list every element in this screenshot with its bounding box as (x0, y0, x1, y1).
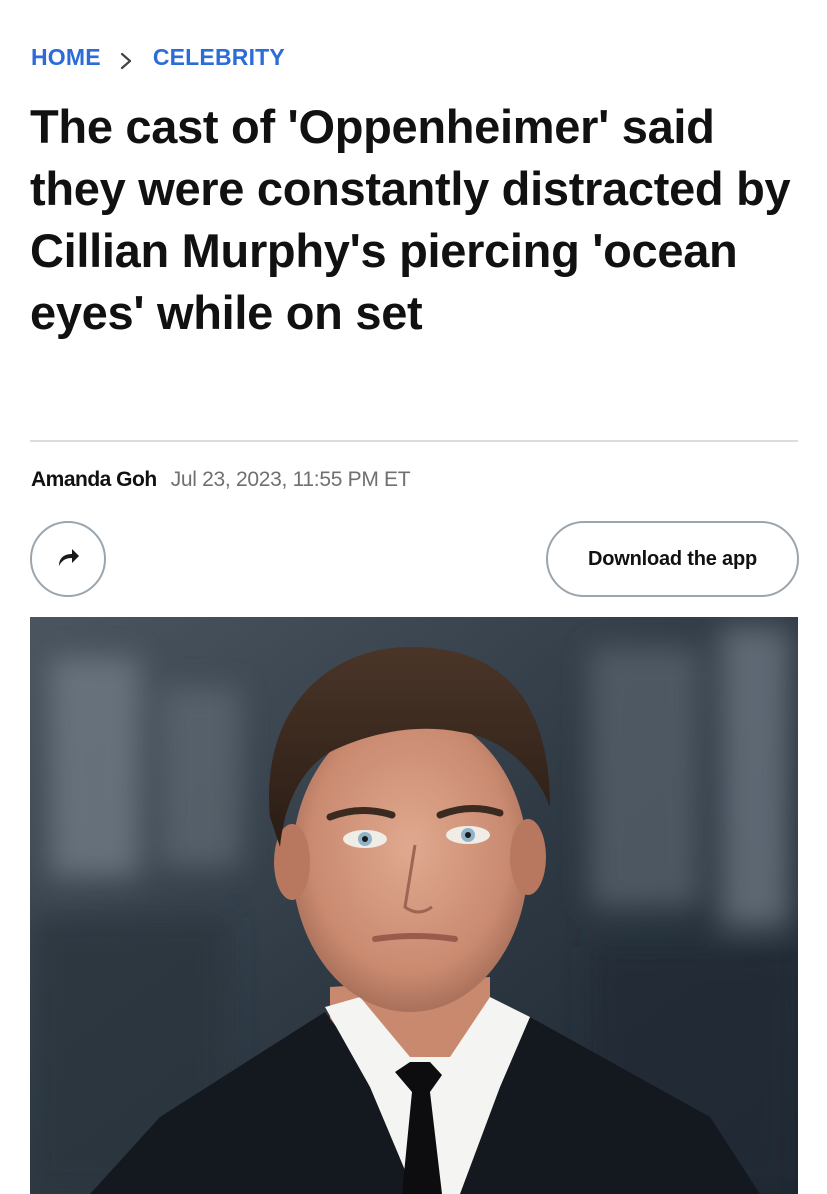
chevron-right-icon (119, 49, 133, 69)
hero-photo (30, 617, 798, 1194)
title-divider (30, 440, 798, 442)
article-title: The cast of 'Oppenheimer' said they were… (30, 100, 791, 339)
share-arrow-icon (55, 546, 81, 573)
author-name[interactable]: Amanda Goh (31, 468, 157, 492)
share-button[interactable] (30, 521, 106, 597)
breadcrumb: HOME CELEBRITY (31, 44, 285, 71)
breadcrumb-section-link[interactable]: CELEBRITY (153, 44, 285, 71)
download-app-button[interactable]: Download the app (546, 521, 799, 597)
article-page: HOME CELEBRITY The cast of 'Oppenheimer'… (0, 0, 827, 1194)
breadcrumb-home-link[interactable]: HOME (31, 44, 101, 71)
publish-timestamp: Jul 23, 2023, 11:55 PM ET (170, 468, 411, 491)
byline: Amanda Goh Jul 23, 2023, 11:55 PM ET (31, 468, 411, 492)
hero-image[interactable] (30, 617, 798, 1194)
